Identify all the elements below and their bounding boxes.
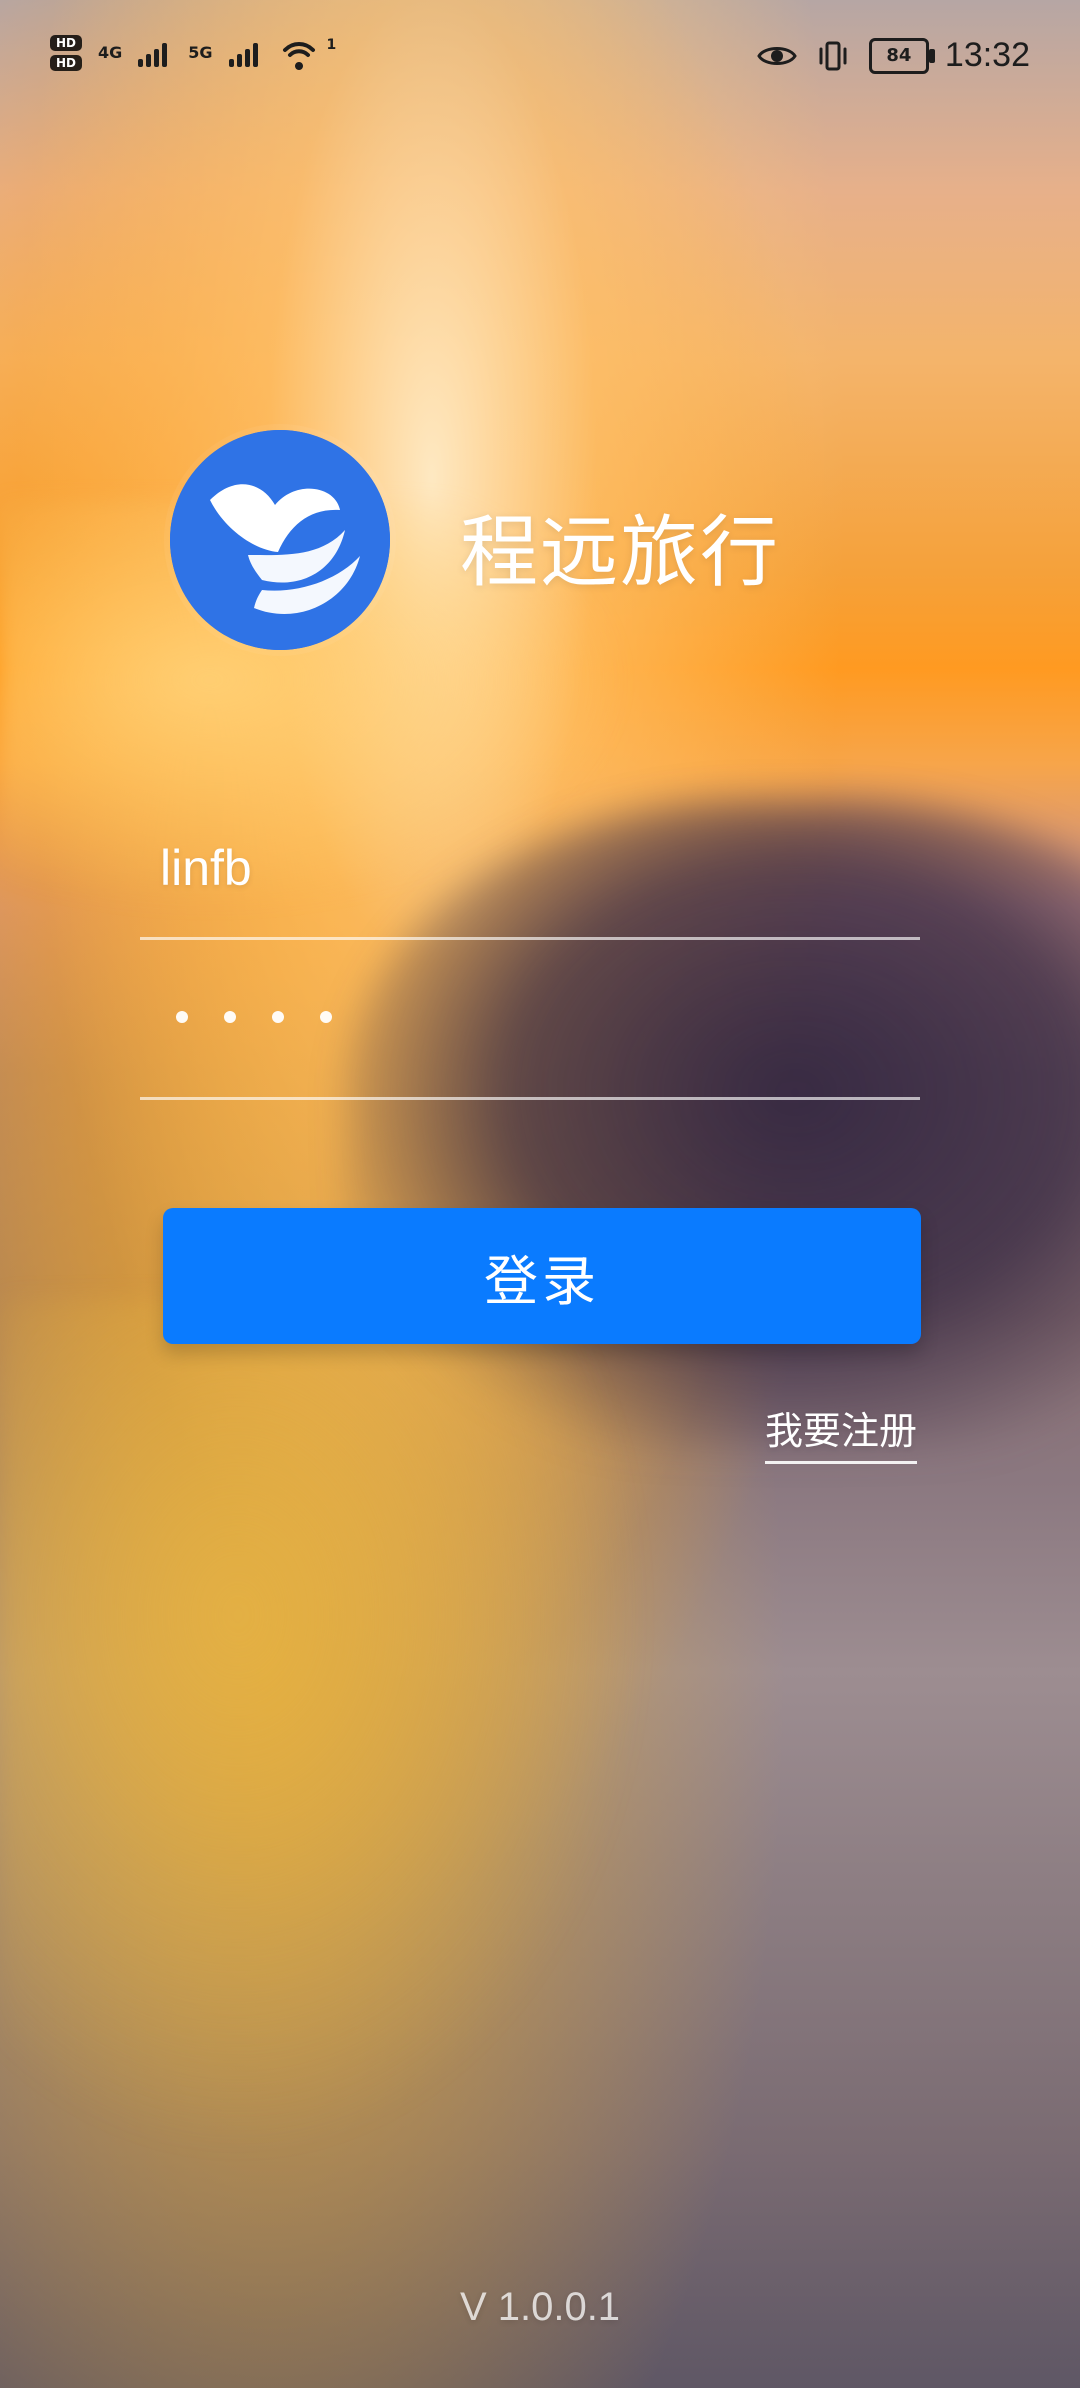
wifi-icon (279, 36, 319, 70)
status-time: 13:32 (944, 36, 1030, 74)
app-title: 程远旅行 (460, 508, 781, 598)
vibrate-icon (813, 39, 853, 73)
password-field[interactable] (140, 975, 920, 1100)
network-4g-label: 4G (98, 43, 123, 62)
password-dot (176, 1011, 188, 1023)
hd-2-badge: HD (50, 55, 83, 71)
background-water-light (0, 1300, 680, 2200)
eye-icon (757, 42, 797, 70)
signal-icon (228, 39, 263, 67)
battery-level: 84 (886, 45, 912, 66)
background (0, 0, 1080, 2388)
username-underline (140, 937, 920, 940)
username-value: linfb (160, 840, 252, 896)
bird-logo-icon (170, 430, 390, 650)
hd-1-badge: HD (50, 35, 83, 51)
wifi-badge: 1 (326, 37, 337, 53)
status-right: 84 13:32 (757, 36, 1030, 75)
login-form: linfb (140, 815, 920, 1100)
status-left: HD HD 4G 5G 1 (50, 35, 336, 71)
password-dots (176, 1011, 332, 1023)
app-version: V 1.0.0.1 (459, 2285, 621, 2329)
hd-indicators: HD HD (50, 35, 83, 71)
password-dot (224, 1011, 236, 1023)
login-button[interactable]: 登录 (163, 1208, 921, 1344)
signal-icon (138, 39, 172, 67)
username-field[interactable]: linfb (140, 815, 920, 940)
register-link[interactable]: 我要注册 (765, 1400, 918, 1464)
password-dot (272, 1011, 284, 1023)
app-logo (170, 430, 390, 650)
password-dot (320, 1011, 332, 1023)
status-bar: HD HD 4G 5G 1 84 13:32 (0, 0, 1080, 120)
battery-indicator: 84 (868, 37, 935, 74)
network-5g-label: 5G (188, 43, 213, 62)
password-underline (140, 1097, 920, 1100)
